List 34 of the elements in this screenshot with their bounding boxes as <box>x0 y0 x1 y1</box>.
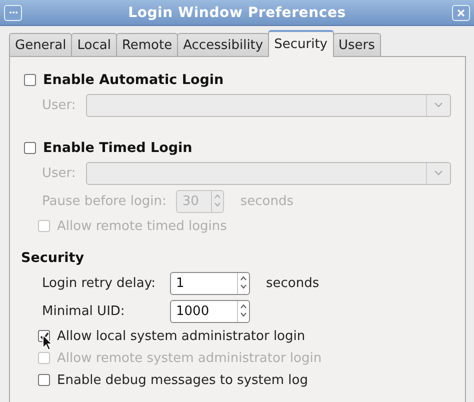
field-label: Minimal UID: <box>42 304 126 318</box>
checkbox-label: Allow remote timed logins <box>57 218 227 234</box>
field-label: Login retry delay: <box>42 276 156 290</box>
chevron-down-icon <box>434 170 443 176</box>
field-label: User: <box>42 98 76 112</box>
tab[interactable]: Remote <box>116 33 178 57</box>
mouse-cursor-icon <box>42 334 53 351</box>
checkbox-label: Allow local system administrator login <box>57 328 306 344</box>
menu-icon <box>8 11 18 14</box>
checkbox-label: Enable Automatic Login <box>43 72 224 88</box>
checkbox[interactable] <box>24 74 36 86</box>
checkbox[interactable] <box>38 374 50 386</box>
field-label: Pause before login: <box>42 194 166 208</box>
spin-field[interactable]: 1000 <box>170 300 250 322</box>
tab[interactable]: Users <box>332 33 381 57</box>
spin-field[interactable]: 1 <box>170 272 250 294</box>
checkmark-icon <box>40 332 48 340</box>
chevron-down-icon <box>434 102 443 108</box>
tab[interactable]: General <box>9 33 72 57</box>
tab[interactable]: Accessibility <box>177 33 270 57</box>
checkbox-label: Allow remote system administrator login <box>57 350 322 366</box>
checkbox[interactable] <box>24 142 36 154</box>
section-heading: Security <box>21 250 84 266</box>
unit-label: seconds <box>266 276 320 290</box>
field-label: User: <box>42 166 76 180</box>
tab[interactable]: Security <box>268 30 334 57</box>
window-menu-button[interactable] <box>4 4 22 20</box>
close-icon <box>456 8 465 16</box>
checkbox-label: Enable debug messages to system log <box>57 372 308 388</box>
close-button[interactable] <box>452 4 470 20</box>
tab[interactable]: Local <box>71 33 117 57</box>
unit-label: seconds <box>240 194 294 208</box>
checkbox-label: Enable Timed Login <box>43 140 192 156</box>
window-title: Login Window Preferences <box>128 4 346 20</box>
